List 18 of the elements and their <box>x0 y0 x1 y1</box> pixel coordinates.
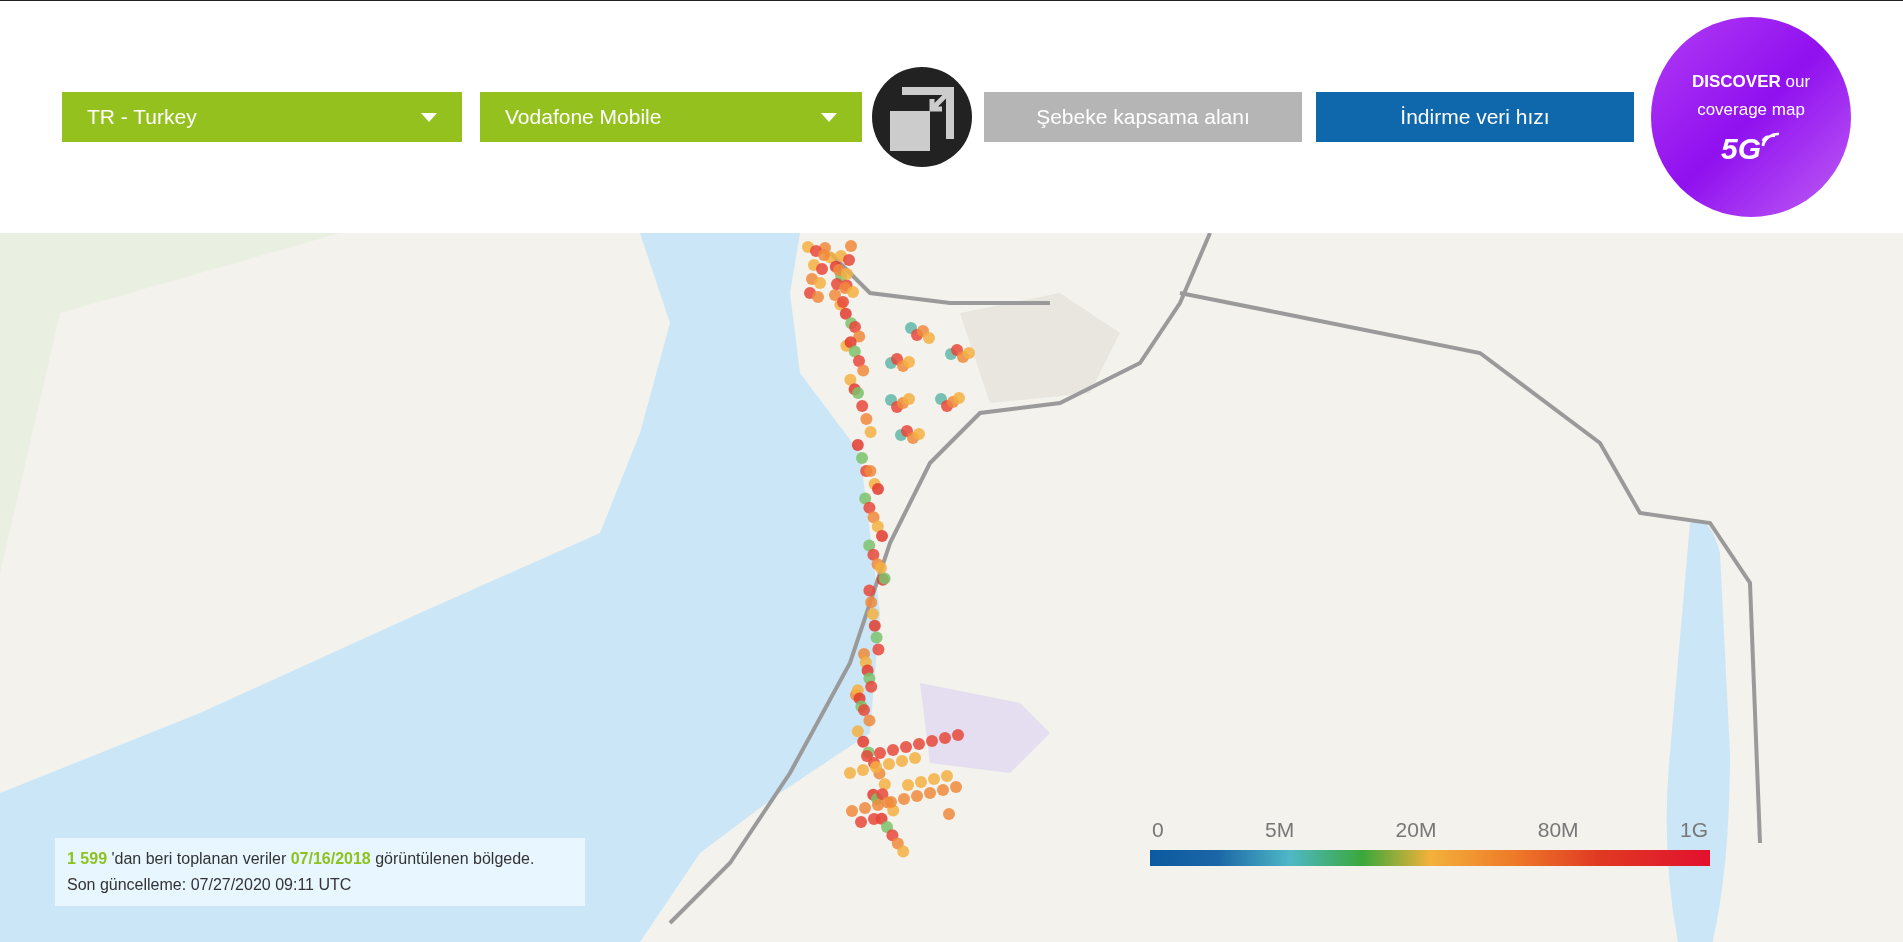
caret-icon <box>421 112 437 122</box>
coverage-map-promo[interactable]: DISCOVER our coverage map 5G <box>1651 17 1851 217</box>
legend-label: 1G <box>1679 818 1708 842</box>
dropdown[interactable]: TR - Turkey <box>62 92 462 142</box>
view-tab[interactable]: İndirme veri hızı <box>1316 92 1634 142</box>
info-text: 1 599 'dan beri toplanan veriler 07/16/2018 görüntülenen bölgede. <box>67 849 536 869</box>
legend-label: 0 <box>1152 818 1164 842</box>
dropdown[interactable]: Vodafone Mobile <box>480 92 862 142</box>
legend-label: 5M <box>1265 818 1295 842</box>
info-text: Son güncelleme: 07/27/2020 09:11 UTC <box>67 875 353 895</box>
exit-fullscreen-button[interactable] <box>872 67 972 167</box>
legend-label: 80M <box>1537 818 1579 842</box>
caret-icon <box>821 112 837 122</box>
promo-text: DISCOVER our coverage map <box>1690 71 1812 121</box>
signal-waves-icon <box>1761 132 1781 148</box>
view-tab[interactable]: Şebeke kapsama alanı <box>984 92 1302 142</box>
5g-label: 5G <box>1721 132 1781 166</box>
legend-label: 20M <box>1395 818 1437 842</box>
